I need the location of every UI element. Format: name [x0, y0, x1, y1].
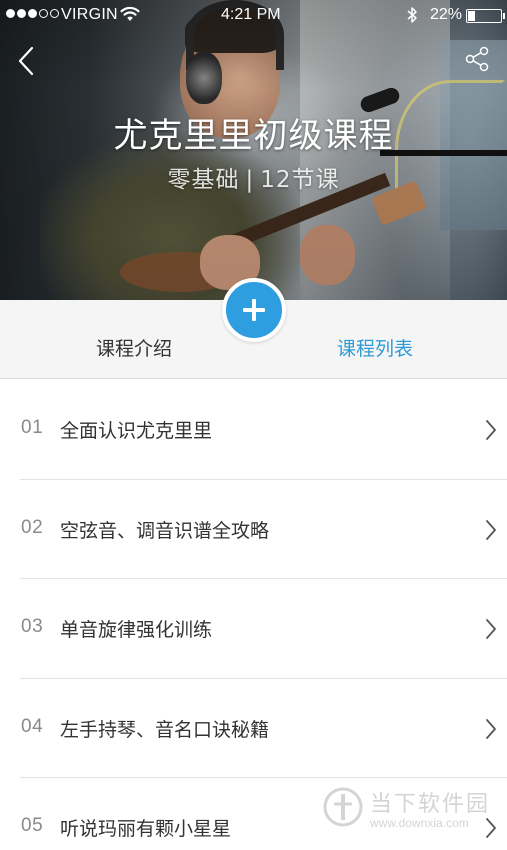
course-title: 尤克里里初级课程 [113, 116, 394, 156]
signal-dot [28, 9, 37, 18]
lesson-number: 03 [21, 616, 44, 637]
meta-separator: | [245, 167, 255, 193]
watermark-logo-icon [323, 787, 363, 827]
signal-strength-icon [6, 9, 59, 18]
lesson-number: 04 [21, 715, 44, 737]
lesson-title: 听说玛丽有颗小星星 [60, 818, 232, 840]
watermark-name: 当下软件园 [370, 792, 491, 817]
lesson-item[interactable]: 04 左手持琴、音名口诀秘籍 [0, 679, 507, 779]
add-course-button[interactable] [222, 278, 286, 342]
share-icon[interactable] [464, 46, 490, 72]
status-bar: VIRGIN 4:21 PM 22% [0, 0, 507, 32]
battery-fill [468, 11, 475, 21]
back-icon[interactable] [14, 46, 38, 76]
tab-course-list[interactable]: 课程列表 [337, 334, 413, 361]
lesson-number: 02 [21, 516, 44, 538]
lesson-title: 左手持琴、音名口诀秘籍 [60, 718, 270, 741]
watermark-url: www.downxia.com [370, 816, 469, 830]
lesson-list: 01 全面认识尤克里里 02 空弦音、调音识谱全攻略 03 单音旋律强化训练 0… [0, 380, 507, 850]
lesson-title: 单音旋律强化训练 [60, 619, 213, 641]
lesson-count: 12节课 [260, 167, 340, 193]
tab-course-intro[interactable]: 课程介绍 [96, 334, 172, 361]
site-watermark: 当下软件园 www.downxia.com [322, 782, 507, 850]
wifi-icon [120, 6, 140, 21]
clock: 4:21 PM [221, 6, 281, 23]
carrier-name: VIRGIN [61, 6, 118, 23]
signal-dot [50, 9, 59, 18]
lesson-title: 空弦音、调音识谱全攻略 [60, 519, 270, 542]
lesson-title: 全面认识尤克里里 [60, 420, 213, 442]
battery-icon [466, 9, 505, 23]
lesson-item[interactable]: 01 全面认识尤克里里 [0, 380, 507, 480]
lesson-number: 01 [21, 417, 44, 438]
course-level: 零基础 [167, 167, 240, 193]
chevron-right-icon [486, 718, 496, 739]
lesson-number: 05 [21, 815, 44, 836]
bluetooth-icon [407, 7, 417, 23]
lesson-item[interactable]: 03 单音旋律强化训练 [0, 579, 507, 679]
signal-dot [6, 9, 15, 18]
signal-dot [39, 9, 48, 18]
battery-percentage: 22% [430, 6, 463, 23]
lesson-item[interactable]: 02 空弦音、调音识谱全攻略 [0, 480, 507, 580]
course-meta: 零基础 | 12节课 [0, 160, 507, 194]
chevron-right-icon [486, 420, 496, 440]
signal-dot [17, 9, 26, 18]
chevron-right-icon [486, 519, 496, 540]
chevron-right-icon [486, 619, 496, 639]
